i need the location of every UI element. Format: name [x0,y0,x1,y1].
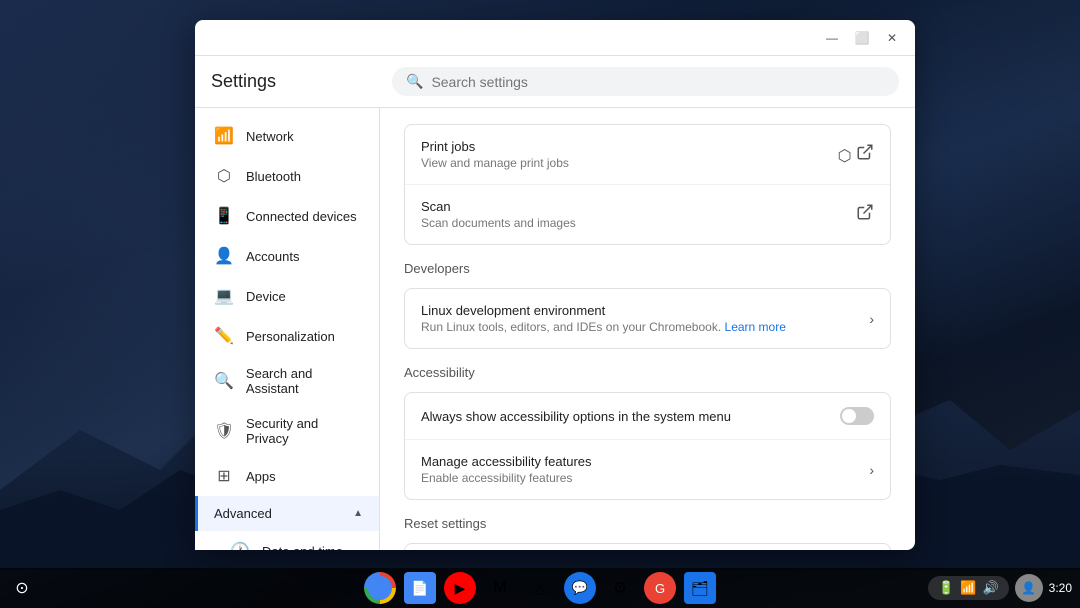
developers-card: Linux development environment Run Linux … [404,288,891,349]
sidebar-item-bluetooth[interactable]: ⬡ Bluetooth [195,156,379,196]
sidebar-item-date-time[interactable]: 🕐 Date and time [195,531,379,550]
search-bar: 🔍 [392,67,899,96]
manage-accessibility-subtitle: Enable accessibility features [421,471,592,485]
taskbar-settings-icon[interactable]: ⚙ [604,572,636,604]
clock-icon: 🕐 [230,541,250,550]
sidebar-item-security-privacy[interactable]: 🛡 Security and Privacy [195,406,379,456]
print-section-card: Print jobs View and manage print jobs ⬡ … [404,124,891,245]
scan-item[interactable]: Scan Scan documents and images [405,185,890,244]
sidebar-label-device: Device [246,289,286,304]
print-jobs-external-icon: ⬡ [838,143,874,166]
scan-subtitle: Scan documents and images [421,216,576,230]
window-titlebar: — ⬜ ✕ [195,20,915,56]
wifi-status-icon: 📶 [960,580,976,596]
print-jobs-item[interactable]: Print jobs View and manage print jobs ⬡ [405,125,890,185]
search-input[interactable] [431,74,885,90]
taskbar-messages-icon[interactable]: 💬 [564,572,596,604]
advanced-label: Advanced [214,506,272,521]
taskbar-center: 📄 ▶ M △ 💬 ⚙ G 🗂 [364,572,716,604]
taskbar-gmail-icon[interactable]: M [484,572,516,604]
taskbar-files-icon[interactable]: 🗂 [684,572,716,604]
taskbar-time: 3:20 [1049,581,1072,595]
sidebar-label-network: Network [246,129,294,144]
sidebar-item-accounts[interactable]: 👤 Accounts [195,236,379,276]
reset-section-title: Reset settings [404,516,891,531]
advanced-section-header[interactable]: Advanced ▲ [195,496,379,531]
sidebar-item-apps[interactable]: ⊞ Apps [195,456,379,496]
bluetooth-icon: ⬡ [214,166,234,186]
search-nav-icon: 🔍 [214,371,234,391]
search-icon: 🔍 [406,73,423,90]
sidebar-item-personalization[interactable]: ✏️ Personalization [195,316,379,356]
volume-icon: 🔊 [982,580,998,596]
sidebar-label-apps: Apps [246,469,276,484]
laptop-icon: 💻 [214,286,234,306]
window-header: Settings 🔍 [195,56,915,108]
linux-learn-more-link[interactable]: Learn more [725,320,786,334]
always-show-accessibility-item[interactable]: Always show accessibility options in the… [405,393,890,440]
battery-icon: 🔋 [938,580,954,596]
maximize-button[interactable]: ⬜ [851,27,873,49]
close-button[interactable]: ✕ [881,27,903,49]
linux-dev-chevron-icon: › [869,311,874,327]
taskbar-right: 🔋 📶 🔊 👤 3:20 [928,574,1072,602]
scan-external-icon [856,203,874,226]
main-content: Print jobs View and manage print jobs ⬡ … [380,108,915,550]
shield-icon: 🛡 [214,421,234,441]
user-avatar[interactable]: 👤 [1015,574,1043,602]
launcher-button[interactable]: ⊙ [8,574,36,602]
advanced-chevron-icon: ▲ [353,508,363,519]
manage-accessibility-title: Manage accessibility features [421,454,592,469]
manage-accessibility-chevron-icon: › [869,462,874,478]
taskbar-left: ⊙ [8,574,36,602]
sidebar-label-security: Security and Privacy [246,416,363,446]
accessibility-section-title: Accessibility [404,365,891,380]
developers-section-title: Developers [404,261,891,276]
window-body: 📶 Network ⬡ Bluetooth 📱 Connected device… [195,108,915,550]
linux-dev-title: Linux development environment [421,303,786,318]
sidebar-label-personalization: Personalization [246,329,335,344]
settings-title: Settings [211,71,376,92]
sidebar-label-connected: Connected devices [246,209,357,224]
accessibility-card: Always show accessibility options in the… [404,392,891,500]
taskbar-drive-icon[interactable]: △ [524,572,556,604]
sidebar: 📶 Network ⬡ Bluetooth 📱 Connected device… [195,108,380,550]
linux-dev-item[interactable]: Linux development environment Run Linux … [405,289,890,348]
sidebar-item-connected-devices[interactable]: 📱 Connected devices [195,196,379,236]
settings-window: — ⬜ ✕ Settings 🔍 📶 Network ⬡ Bluetooth 📱… [195,20,915,550]
sidebar-label-accounts: Accounts [246,249,299,264]
devices-icon: 📱 [214,206,234,226]
print-jobs-subtitle: View and manage print jobs [421,156,569,170]
minimize-button[interactable]: — [821,27,843,49]
manage-accessibility-item[interactable]: Manage accessibility features Enable acc… [405,440,890,499]
sidebar-item-network[interactable]: 📶 Network [195,116,379,156]
person-icon: 👤 [214,246,234,266]
accessibility-toggle[interactable] [840,407,874,425]
reset-card: Powerwash Remove all user accounts and r… [404,543,891,550]
sidebar-label-search: Search and Assistant [246,366,363,396]
wifi-icon: 📶 [214,126,234,146]
taskbar-chrome-icon[interactable] [364,572,396,604]
sidebar-label-date-time: Date and time [262,544,343,551]
edit-icon: ✏️ [214,326,234,346]
sidebar-label-bluetooth: Bluetooth [246,169,301,184]
always-show-accessibility-title: Always show accessibility options in the… [421,409,731,424]
system-tray[interactable]: 🔋 📶 🔊 [928,576,1009,600]
sidebar-item-device[interactable]: 💻 Device [195,276,379,316]
sidebar-item-search-assistant[interactable]: 🔍 Search and Assistant [195,356,379,406]
taskbar-user-icon[interactable]: G [644,572,676,604]
taskbar-youtube-icon[interactable]: ▶ [444,572,476,604]
grid-icon: ⊞ [214,466,234,486]
taskbar: ⊙ 📄 ▶ M △ 💬 ⚙ G 🗂 🔋 📶 🔊 👤 3:20 [0,568,1080,608]
print-jobs-title: Print jobs [421,139,569,154]
powerwash-item: Powerwash Remove all user accounts and r… [405,544,890,550]
linux-dev-subtitle: Run Linux tools, editors, and IDEs on yo… [421,320,786,334]
taskbar-docs-icon[interactable]: 📄 [404,572,436,604]
scan-title: Scan [421,199,576,214]
